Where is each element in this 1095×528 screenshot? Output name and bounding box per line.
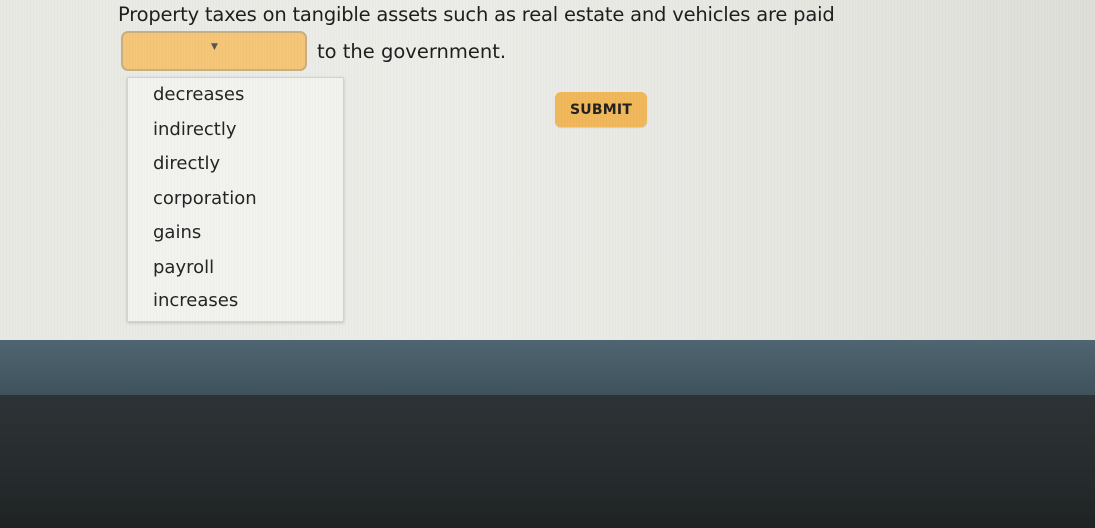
dropdown-options-list: decreases indirectly directly corporatio…	[127, 77, 344, 322]
dropdown-option-gains[interactable]: gains	[128, 216, 343, 250]
dropdown-option-increases[interactable]: increases	[128, 284, 343, 318]
monitor-bezel-bottom	[0, 395, 1095, 528]
answer-dropdown[interactable]: ▼	[121, 31, 307, 71]
dropdown-option-payroll[interactable]: payroll	[128, 251, 343, 285]
question-text-continued: to the government.	[317, 40, 507, 63]
chevron-down-icon: ▼	[211, 42, 218, 52]
dropdown-option-directly[interactable]: directly	[128, 147, 343, 181]
submit-button[interactable]: SUBMIT	[555, 92, 647, 127]
quiz-screen: Property taxes on tangible assets such a…	[0, 0, 1095, 340]
monitor-bezel-top	[0, 340, 1095, 395]
dropdown-option-decreases[interactable]: decreases	[128, 78, 343, 112]
dropdown-option-corporation[interactable]: corporation	[128, 182, 343, 216]
question-text: Property taxes on tangible assets such a…	[118, 3, 835, 26]
dropdown-option-indirectly[interactable]: indirectly	[128, 113, 343, 147]
